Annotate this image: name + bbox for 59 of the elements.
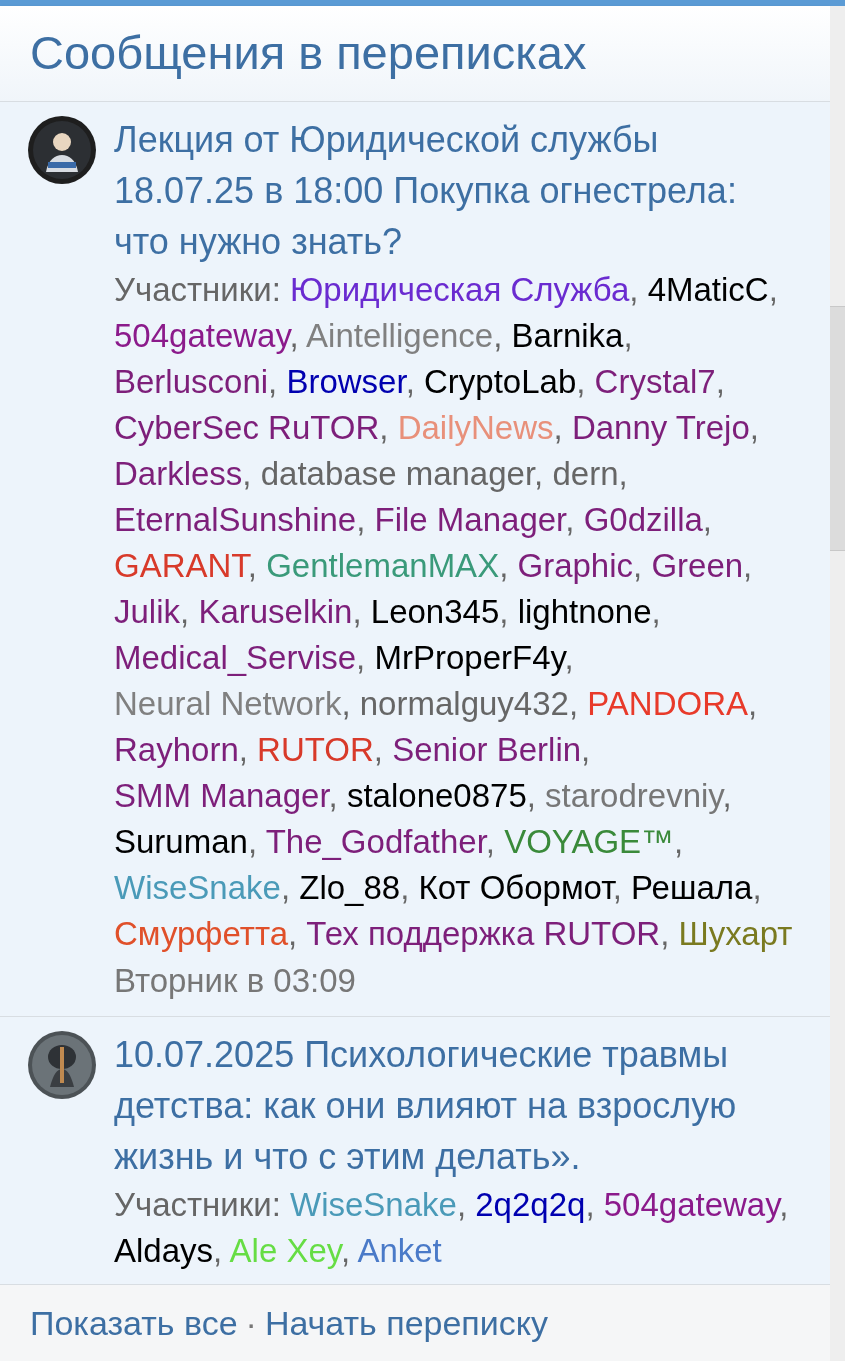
participant-link[interactable]: dern [552,455,619,492]
participant-link[interactable]: Darkless [114,455,243,492]
participant-link[interactable]: Karuselkin [198,593,353,630]
participant-link[interactable]: Zlo_88 [299,869,401,906]
participant-link[interactable]: The_Godfather [265,823,486,860]
participants-list: Участники: WiseSnake, 2q2q2q, 504gateway, Aldays, Ale Xey, Anket [114,1182,800,1274]
participant-link[interactable]: Кот Обормот [418,869,613,906]
participant-link[interactable]: Aintelligence [306,317,494,354]
participant-link[interactable]: database manager [260,455,535,492]
footer-link[interactable]: Показать все [30,1297,238,1349]
participant-link[interactable]: VOYAGE™ [504,823,675,860]
participant-link[interactable]: Berlusconi [114,363,269,400]
avatar[interactable] [28,1031,96,1099]
participant-link[interactable]: Medical_Servise [114,639,357,676]
participant-link[interactable]: Barnika [511,317,624,354]
participant-link[interactable]: Green [651,547,744,584]
participant-link[interactable]: Юридическая Служба [290,271,630,308]
participant-link[interactable]: Neural Network [114,685,342,722]
participant-link[interactable]: EternalSunshine [114,501,357,538]
participant-link[interactable]: Anket [357,1232,442,1269]
participant-link[interactable]: Browser [286,363,406,400]
footer-link[interactable]: Начать переписку [264,1297,549,1349]
conversation-title[interactable]: 10.07.2025 Психологические травмы детства: как они влияют на взрослую жизнь и что с этим делать». [114,1029,800,1182]
participant-link[interactable]: lightnone [517,593,652,630]
participant-link[interactable]: 2q2q2q [475,1186,586,1223]
participants-list: Участники: Юридическая Служба, 4MaticC, 504gateway, Aintelligence, Barnika, Berlusconi, Browser, CryptoLab, Crystal7, CyberSec RuTOR, DailyNews, Danny Trejo, Darkless, database manager, dern, EternalSunshine, File Manager, G0dzilla, GARANT, GentlemanMAX, Graphic, Green, Julik, Karuselkin, Leon345, lightnone, Medical_Servise, MrProperF4y, Neural Network, normalguy432, PANDORA, Rayhorn, RUTOR, Senior Berlin, SMM Manager, stalone0875, starodrevniy, Suruman, The_Godfather, VOYAGE™, WiseSnake, Zlo_88, Кот Обормот, Решала, Смурфетта, Тех поддержка RUTOR, Шухарт [114,267,800,957]
participant-link[interactable]: CryptoLab [424,363,577,400]
participant-link[interactable]: GARANT [114,547,248,584]
panel-title: Сообщения в переписках [30,25,587,82]
participant-link[interactable]: Смурфетта [114,915,288,952]
participant-link[interactable]: Rayhorn [114,731,239,768]
participant-link[interactable]: Julik [114,593,181,630]
participant-link[interactable]: CyberSec RuTOR [114,409,380,446]
participant-link[interactable]: MrProperF4y [374,639,565,676]
avatar[interactable] [28,116,96,184]
conversation-title[interactable]: Лекция от Юридической службы 18.07.25 в 18:00 Покупка огнестрела: что нужно знать? [114,114,800,267]
participant-link[interactable]: Решала [631,869,753,906]
separator-dot: · [245,1302,257,1344]
participant-link[interactable]: Leon345 [370,593,500,630]
participant-link[interactable]: Aldays [114,1232,214,1269]
participant-link[interactable]: normalguy432 [359,685,569,722]
participant-link[interactable]: Тех поддержка RUTOR [306,915,661,952]
participant-link[interactable]: G0dzilla [583,501,703,538]
participant-link[interactable]: RUTOR [257,731,374,768]
participant-link[interactable]: Шухарт [678,915,793,952]
participant-link[interactable]: Danny Trejo [571,409,750,446]
participant-link[interactable]: SMM Manager [114,777,329,814]
participant-link[interactable]: Suruman [114,823,248,860]
participant-link[interactable]: PANDORA [587,685,748,722]
timestamp: Вторник в 03:09 [114,961,357,1001]
participant-link[interactable]: Senior Berlin [392,731,582,768]
participant-link[interactable]: File Manager [374,501,566,538]
participant-link[interactable]: 504gateway [603,1186,780,1223]
participant-link[interactable]: 4MaticC [647,271,769,308]
participant-link[interactable]: Graphic [517,547,634,584]
participant-link[interactable]: Crystal7 [594,363,716,400]
participant-link[interactable]: 504gateway [114,317,290,354]
participant-link[interactable]: starodrevniy [545,777,723,814]
participant-link[interactable]: stalone0875 [346,777,527,814]
